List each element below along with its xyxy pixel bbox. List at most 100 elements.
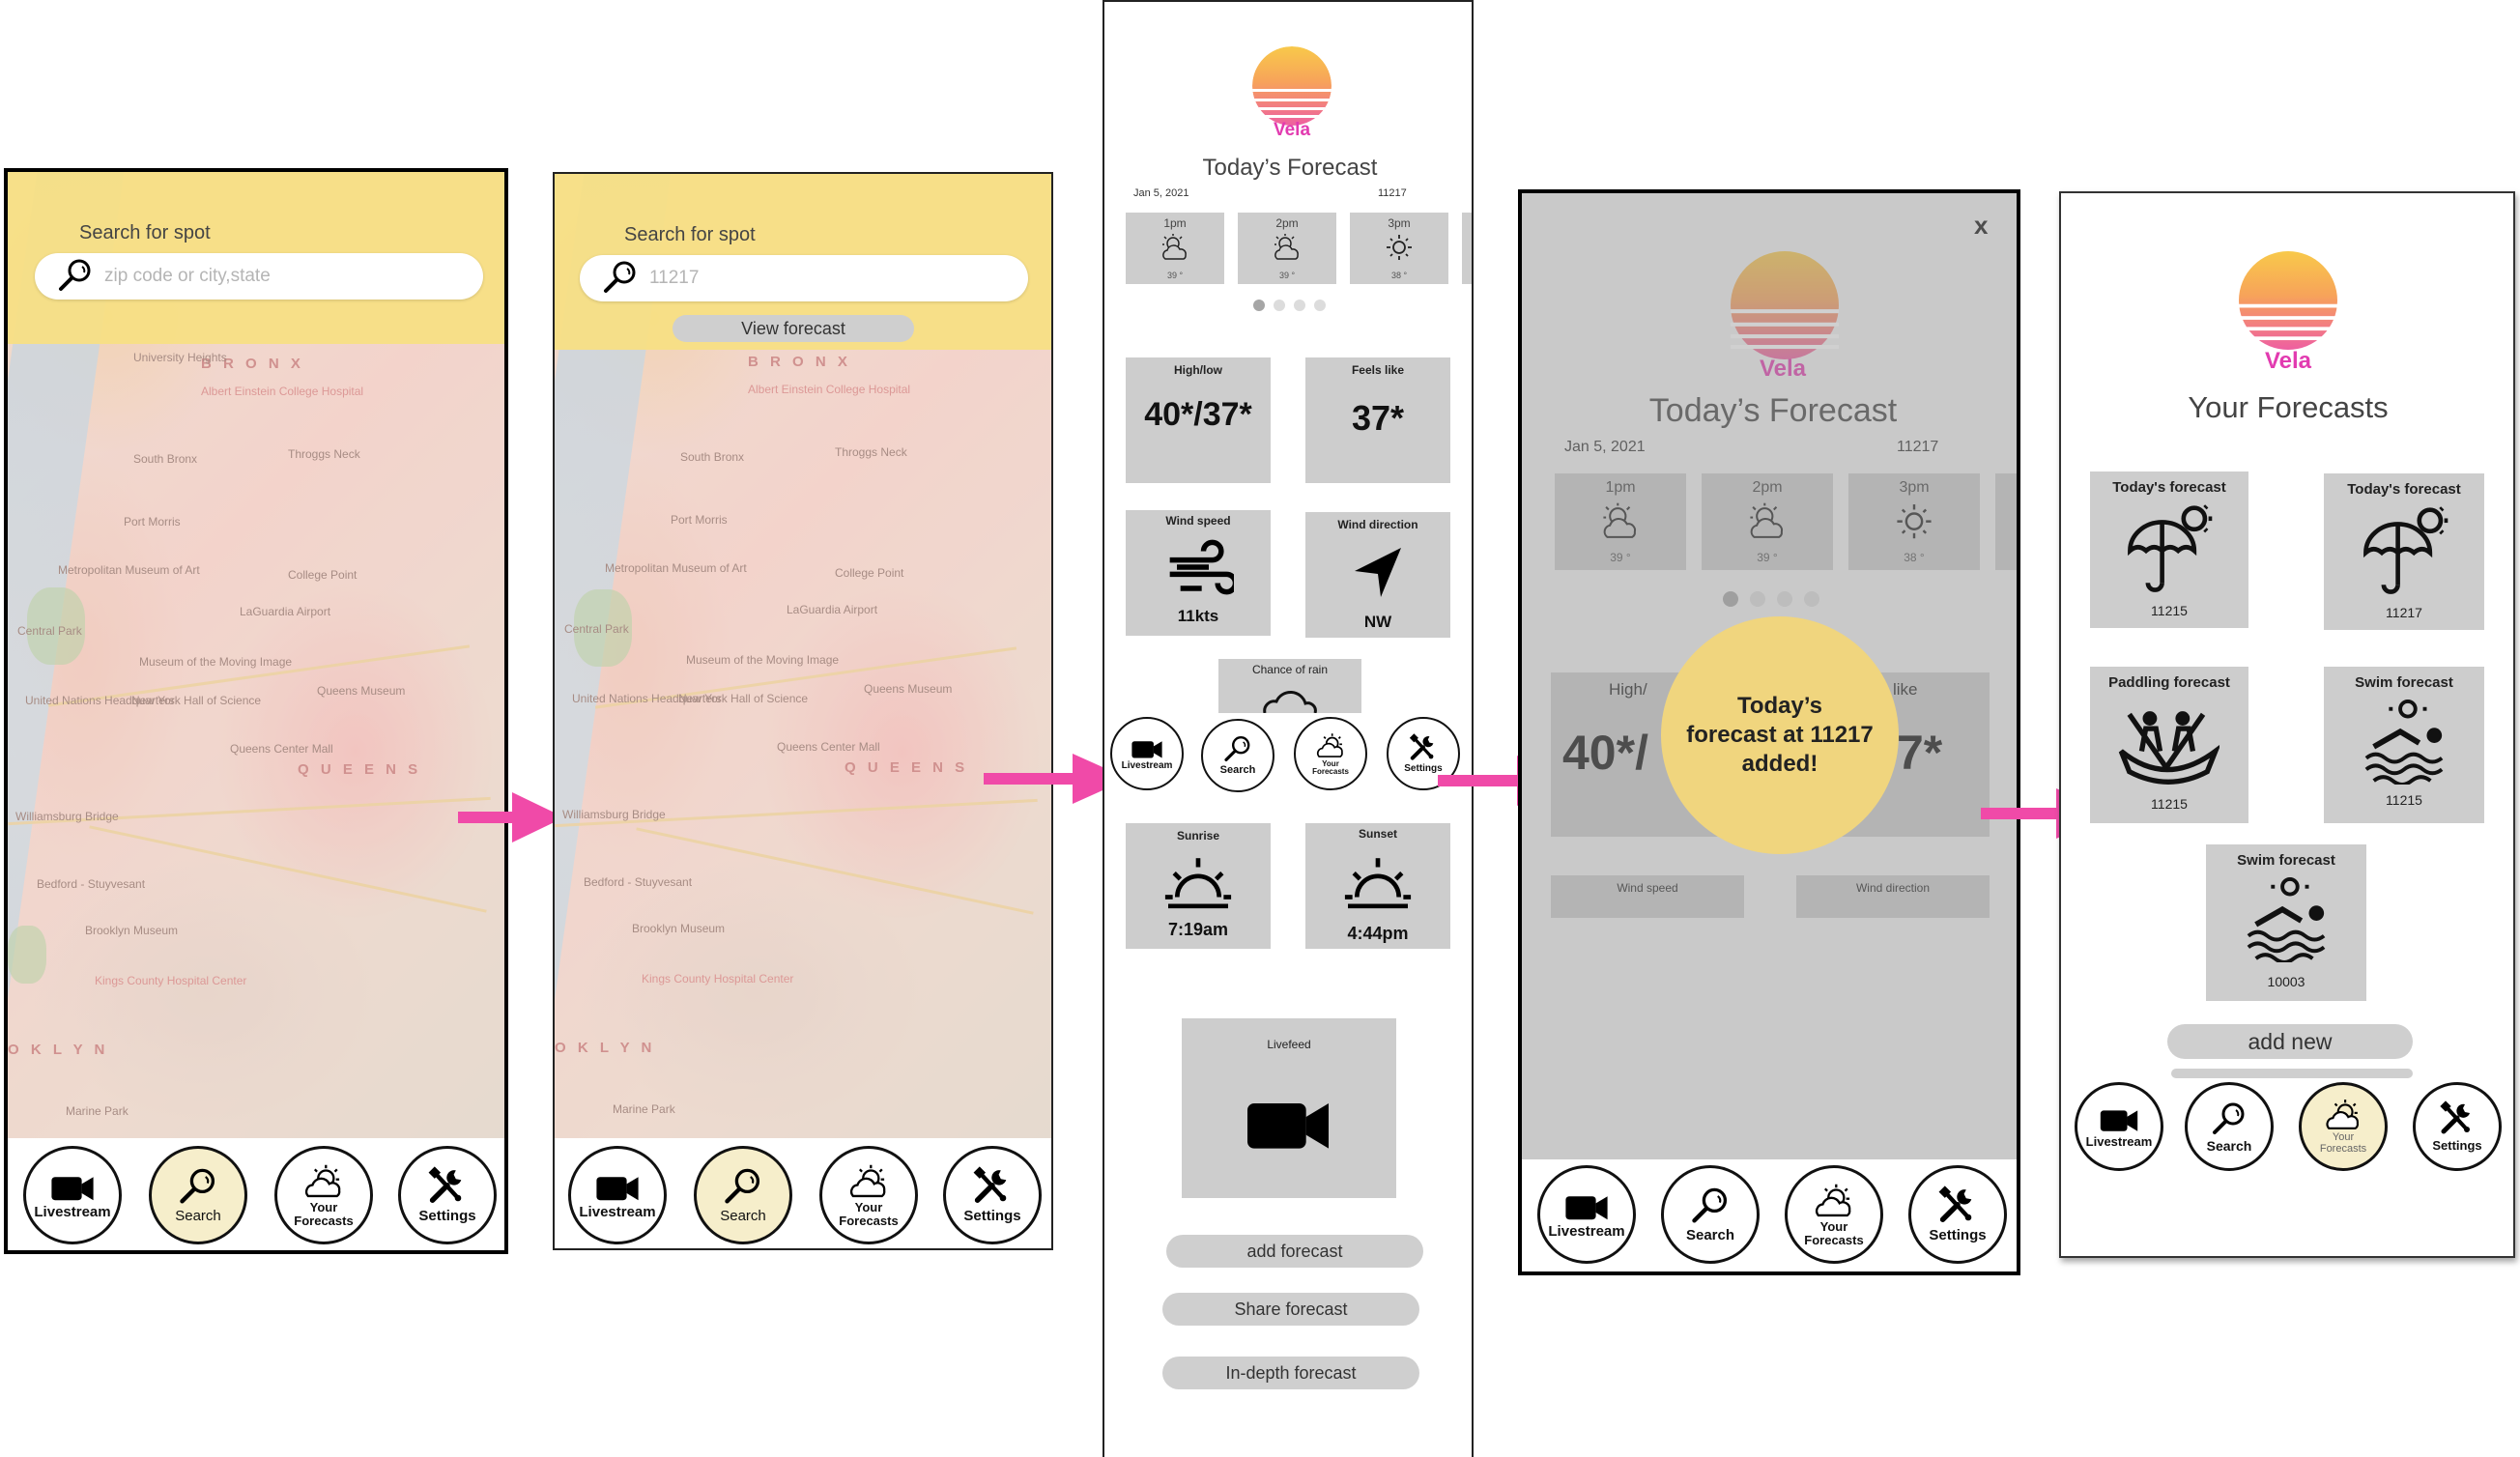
nav-label: Your Forecasts [294,1200,354,1228]
nav-settings[interactable]: Settings [943,1146,1042,1244]
nav-label: Livestream [1548,1223,1625,1241]
search-placeholder: zip code or city,state [104,266,271,286]
camera-icon [1565,1196,1608,1220]
cloud-sun-icon [1815,1183,1851,1217]
nav-your-forecasts[interactable]: Your Forecasts [2299,1082,2388,1171]
nav-your-forecasts[interactable]: Your Forecasts [1294,717,1367,790]
hour-time: 3pm [1388,216,1411,230]
nav-label: Search [720,1208,766,1225]
share-forecast-button[interactable]: Share forecast [1162,1293,1419,1326]
nav-label: Search [175,1208,221,1225]
nav-label: Livestream [579,1204,656,1221]
screen-search-filled: B R O N X Q U E E N S O K L Y N Albert E… [553,172,1053,1250]
saved-forecast-card[interactable]: Swim forecast 10003 [2206,844,2366,1001]
card-label: Feels like [1351,363,1405,377]
nav-your-forecasts[interactable]: Your Forecasts [274,1146,373,1244]
card-zip: 11217 [2386,605,2422,620]
card-value: 7:19am [1167,920,1229,939]
livefeed-card[interactable]: Livefeed [1182,1018,1396,1198]
saved-forecast-card[interactable]: Today's forecast 11217 [2324,473,2484,630]
nav-label: Settings [1929,1227,1987,1244]
hour-temp: 39 ° [1166,271,1184,280]
high-low-card: High/low 40*/37* [1126,357,1271,483]
wind-speed-card: Wind speed 11kts [1126,510,1271,636]
cloud-sun-icon [1316,732,1343,757]
search-icon [722,1166,764,1209]
screen-forecast-added: x Vela Today’s Forecast Jan 5, 2021 1121… [1518,189,2020,1275]
camera-icon [51,1177,94,1201]
search-input[interactable]: zip code or city,state [35,253,483,300]
card-zip: 11215 [2386,792,2422,808]
hour-temp: 38 ° [1390,271,1408,280]
hourly-card-peek[interactable] [1462,213,1472,284]
hour-time: 1pm [1163,216,1187,230]
carousel-dot[interactable] [1274,300,1285,311]
card-label: Paddling forecast [2108,674,2230,691]
card-label: High/low [1174,363,1222,377]
nav-label: Your Forecasts [1312,758,1349,776]
search-icon [59,259,91,291]
hourly-card[interactable]: 2pm 39 ° [1238,213,1336,284]
feels-like-card: Feels like 37* [1305,357,1450,483]
card-label: Wind direction [1337,518,1418,531]
nav-label: Search [1685,1227,1735,1244]
carousel-dot[interactable] [1314,300,1326,311]
camera-icon [596,1177,639,1201]
nav-settings[interactable]: Settings [398,1146,497,1244]
nav-settings[interactable]: Settings [2413,1082,2502,1171]
camera-icon [1247,1103,1329,1149]
hour-time: 2pm [1275,216,1299,230]
flow-arrow [458,792,564,843]
add-forecast-button[interactable]: add forecast [1166,1235,1423,1268]
carousel-dot[interactable] [1294,300,1305,311]
page-title: Your Forecasts [2188,390,2389,424]
hourly-card[interactable]: 1pm 39 ° [1126,213,1224,284]
chance-of-rain-card: Chance of rain [1218,659,1361,713]
button-peek [2171,1069,2413,1078]
nav-search[interactable]: Search [149,1146,247,1244]
map[interactable]: B R O N X Q U E E N S O K L Y N Universi… [8,172,504,1138]
saved-forecast-card[interactable]: Today's forecast 11215 [2090,471,2248,628]
vela-logo [2239,251,2337,350]
card-label: Today's forecast [2112,479,2226,496]
view-forecast-button[interactable]: View forecast [673,315,914,342]
search-icon [1224,735,1250,762]
search-input[interactable]: 11217 [580,255,1028,301]
nav-livestream[interactable]: Livestream [2075,1082,2163,1171]
nav-settings[interactable]: Settings [1908,1165,2007,1264]
add-new-button[interactable]: add new [2167,1024,2413,1059]
tools-icon [1408,732,1436,761]
search-icon [2213,1101,2245,1134]
nav-label: Your Forecasts [839,1200,899,1228]
forecast-zip: 11217 [1378,187,1407,199]
nav-livestream[interactable]: Livestream [23,1146,122,1244]
cloud-sun-icon [2326,1099,2359,1130]
card-label: Livefeed [1267,1038,1311,1051]
nav-livestream[interactable]: Livestream [568,1146,667,1244]
nav-search[interactable]: Search [694,1146,792,1244]
saved-forecast-card[interactable]: Swim forecast 11215 [2324,667,2484,823]
sun-icon [1386,234,1413,261]
hourly-card[interactable]: 3pm 38 ° [1350,213,1448,284]
page-title: Today’s Forecast [1202,155,1378,181]
nav-livestream[interactable]: Livestream [1537,1165,1636,1264]
sunset-icon [1342,852,1414,912]
in-depth-forecast-button[interactable]: In-depth forecast [1162,1357,1419,1389]
nav-label: Your Forecasts [1804,1219,1864,1247]
card-value: 40*/37* [1144,396,1252,433]
nav-your-forecasts[interactable]: Your Forecasts [1785,1165,1883,1264]
screen-your-forecasts: Vela Your Forecasts Today's forecast 112… [2059,191,2515,1258]
card-value: 4:44pm [1347,924,1409,943]
saved-forecast-card[interactable]: Paddling forecast 11215 [2090,667,2248,823]
map[interactable]: B R O N X Q U E E N S O K L Y N Albert E… [555,174,1051,1138]
navigation-arrow-icon [1355,548,1401,597]
nav-label: Search [2206,1137,2252,1154]
nav-label: Settings [418,1208,476,1225]
nav-search[interactable]: Search [1201,719,1274,792]
nav-label: Livestream [34,1204,111,1221]
nav-your-forecasts[interactable]: Your Forecasts [819,1146,918,1244]
nav-search[interactable]: Search [2185,1082,2274,1171]
carousel-dot[interactable] [1253,300,1265,311]
nav-search[interactable]: Search [1661,1165,1760,1264]
nav-livestream[interactable]: Livestream [1110,717,1184,790]
